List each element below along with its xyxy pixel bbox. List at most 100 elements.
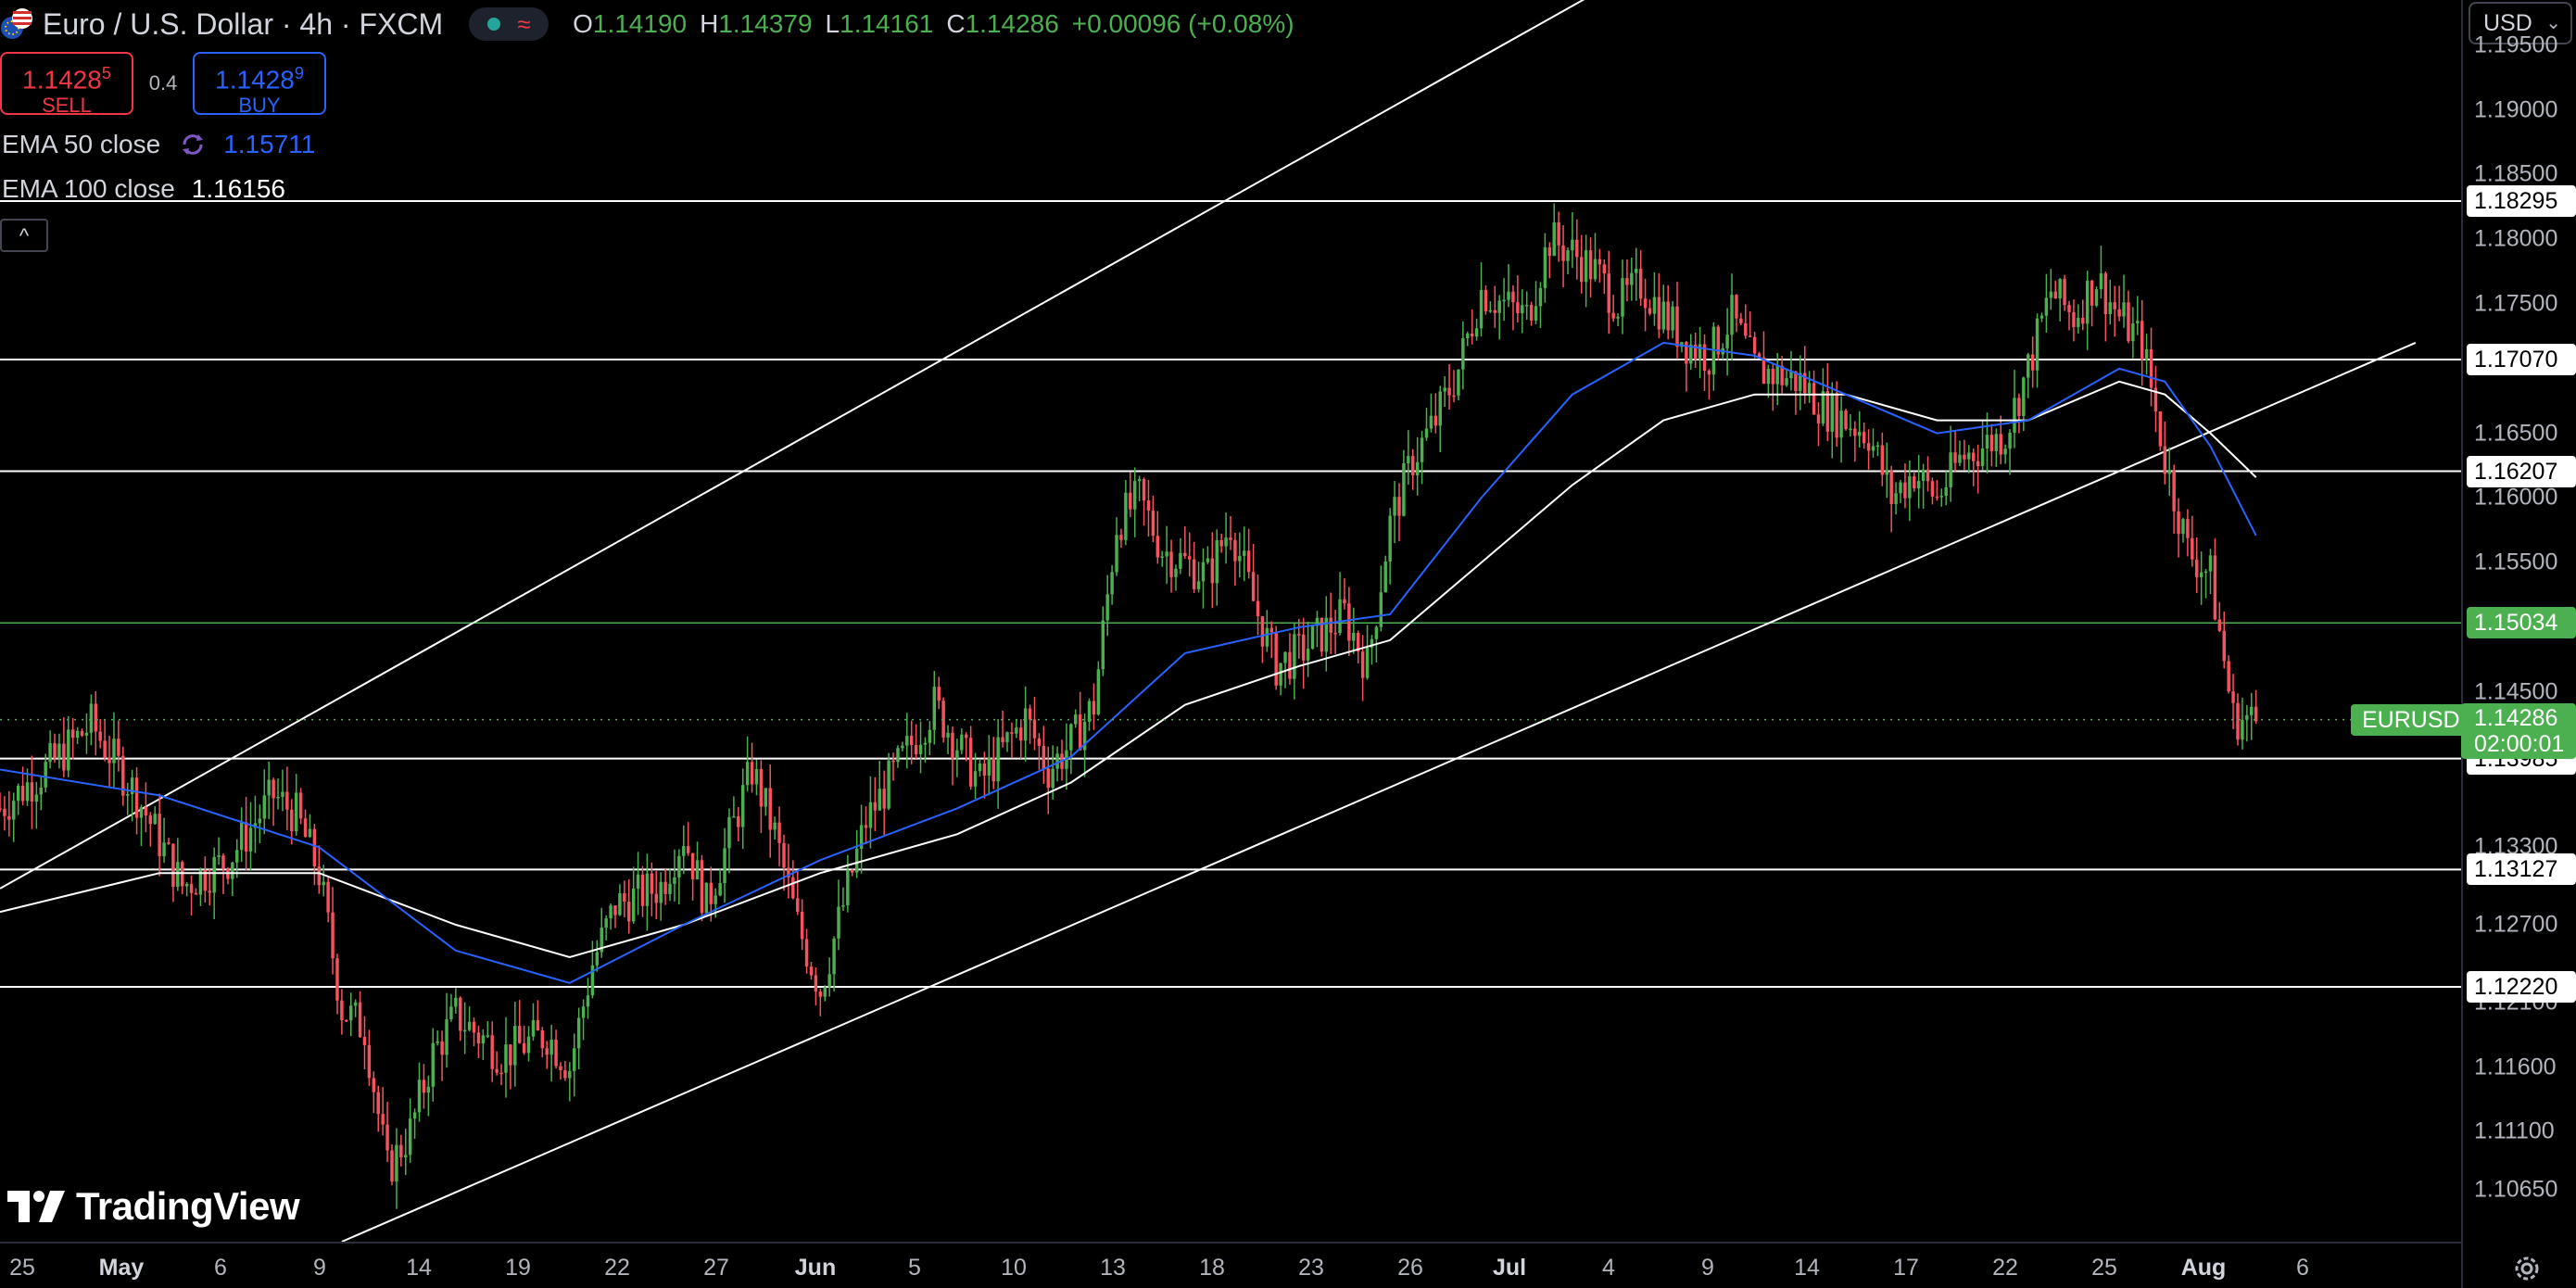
candle-body bbox=[481, 1035, 486, 1044]
candle-body bbox=[1580, 257, 1584, 283]
candle-body bbox=[1871, 446, 1875, 451]
candle-body bbox=[1301, 634, 1306, 661]
candle-body bbox=[759, 768, 764, 807]
time-tick-label: 27 bbox=[703, 1255, 729, 1281]
collapse-legend-button[interactable]: ^ bbox=[0, 219, 48, 252]
candle-body bbox=[901, 745, 904, 749]
candle-body bbox=[162, 842, 166, 857]
candle-body bbox=[1958, 454, 1962, 463]
candle-body bbox=[189, 883, 194, 893]
candle-body bbox=[1484, 289, 1488, 312]
candle-body bbox=[89, 703, 94, 733]
candle-body bbox=[854, 848, 859, 873]
candle-body bbox=[960, 734, 964, 751]
candle-body bbox=[358, 1002, 362, 1038]
candle-body bbox=[732, 816, 736, 818]
time-axis[interactable]: 25 May 6 9 14 19 22 27 Jun 5 10 13 18 23 26 Jul 4 9 14 17 22… bbox=[0, 1242, 2461, 1288]
candle-body bbox=[1534, 306, 1538, 321]
candle-body bbox=[322, 881, 325, 886]
time-tick-label: 22 bbox=[1992, 1255, 2018, 1281]
candle-body bbox=[2140, 321, 2144, 360]
candle-body bbox=[290, 809, 294, 832]
chart-plot-area[interactable] bbox=[0, 0, 2461, 1242]
candle-body bbox=[932, 687, 937, 730]
candle-body bbox=[1812, 383, 1816, 415]
candle-body bbox=[449, 1006, 453, 1020]
candle-body bbox=[576, 1017, 581, 1049]
candle-body bbox=[2113, 302, 2116, 309]
candle-body bbox=[951, 732, 954, 759]
candle-body bbox=[905, 736, 909, 746]
buy-label: BUY bbox=[238, 94, 281, 118]
eu-us-flag-icon bbox=[0, 7, 33, 41]
candle-body bbox=[1816, 414, 1821, 424]
candle-body bbox=[1971, 452, 1976, 461]
candle-body bbox=[125, 793, 130, 796]
candle-body bbox=[235, 850, 239, 863]
candle-body bbox=[1588, 250, 1593, 280]
candle-body bbox=[1538, 287, 1543, 307]
candle-body bbox=[1807, 383, 1812, 394]
candle-body bbox=[1329, 617, 1332, 633]
candle-body bbox=[80, 730, 84, 736]
candle-body bbox=[1429, 415, 1433, 429]
candle-body bbox=[2136, 321, 2140, 323]
candle-body bbox=[2158, 410, 2163, 447]
candle-body bbox=[1967, 452, 1971, 460]
candle-body bbox=[2017, 398, 2021, 416]
indicator-ema100[interactable]: EMA 100 close 1.16156 bbox=[2, 174, 285, 204]
buy-button[interactable]: 1.14289 BUY bbox=[193, 52, 326, 118]
candlesticks bbox=[0, 203, 2258, 1209]
candle-body bbox=[1825, 391, 1830, 432]
candle-body bbox=[1561, 245, 1565, 261]
candle-body bbox=[1388, 515, 1392, 562]
candle-body bbox=[1179, 552, 1182, 569]
candle-body bbox=[1201, 562, 1206, 582]
candle-body bbox=[1010, 732, 1014, 734]
candle-body bbox=[1730, 295, 1734, 335]
candle-body bbox=[965, 734, 968, 739]
price-axis[interactable]: USD ⌄ 1.19500 1.19000 1.18500 1.18000 1.1750… bbox=[2461, 0, 2576, 1288]
candle-body bbox=[1192, 559, 1196, 589]
candle-body bbox=[2231, 691, 2235, 703]
indicator-ema50[interactable]: EMA 50 close 1.15711 bbox=[2, 130, 315, 159]
ema-lines bbox=[0, 341, 2257, 984]
candle-body bbox=[968, 738, 973, 787]
sell-button[interactable]: 1.14285 SELL bbox=[0, 52, 133, 117]
candle-body bbox=[1383, 562, 1387, 593]
sell-price: 1.14285 bbox=[22, 64, 111, 95]
time-tick-label: 9 bbox=[1701, 1255, 1714, 1281]
candle-body bbox=[982, 763, 987, 777]
candle-body bbox=[1461, 338, 1465, 370]
candle-body bbox=[112, 739, 116, 764]
tradingview-logo[interactable]: TradingView bbox=[7, 1184, 300, 1229]
level-tag: 1.12220 bbox=[2467, 971, 2576, 1004]
candle-body bbox=[2195, 559, 2199, 577]
candle-body bbox=[2022, 377, 2026, 416]
candle-body bbox=[882, 789, 886, 809]
candle-body bbox=[1516, 302, 1520, 313]
price-tick-label: 1.15500 bbox=[2474, 549, 2558, 575]
candle-body bbox=[740, 785, 745, 827]
candle-body bbox=[1051, 768, 1054, 789]
candle-body bbox=[1046, 768, 1050, 789]
candle-body bbox=[713, 895, 717, 904]
candle-body bbox=[144, 807, 148, 816]
candle-body bbox=[1137, 479, 1142, 482]
candle-body bbox=[1939, 496, 1944, 498]
settings-gear-icon[interactable] bbox=[2511, 1253, 2543, 1284]
candle-body bbox=[294, 792, 298, 832]
candle-body bbox=[1293, 634, 1296, 679]
candle-body bbox=[773, 822, 777, 830]
symbol-title[interactable]: Euro / U.S. Dollar · 4h · FXCM bbox=[43, 7, 443, 42]
candle-body bbox=[1457, 369, 1460, 396]
candle-body bbox=[1949, 452, 1952, 487]
candle-body bbox=[399, 1144, 403, 1158]
candle-body bbox=[891, 760, 895, 763]
candle-body bbox=[545, 1048, 549, 1055]
market-status-pill[interactable]: ≈ bbox=[469, 7, 549, 41]
tradingview-logo-icon bbox=[7, 1191, 65, 1222]
candle-body bbox=[231, 862, 234, 879]
symbol-header: Euro / U.S. Dollar · 4h · FXCM ≈ O1.1419… bbox=[0, 6, 1294, 43]
candle-body bbox=[1839, 410, 1843, 438]
